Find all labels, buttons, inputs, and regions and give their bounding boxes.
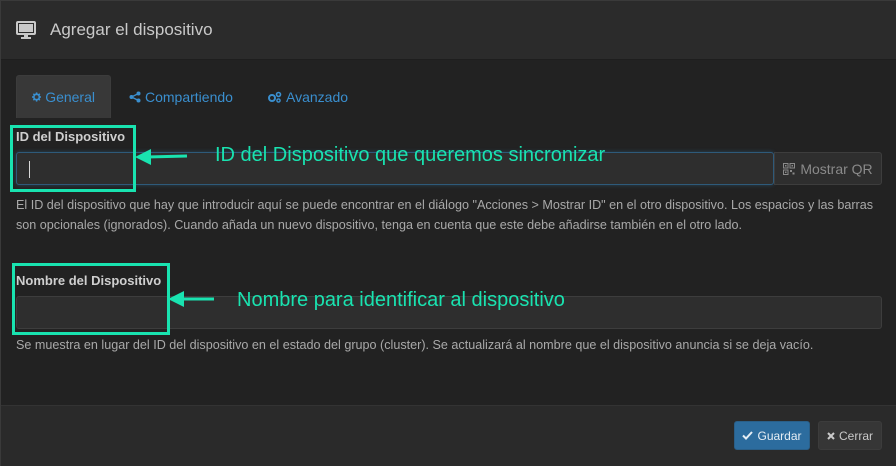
tab-advanced-label: Avanzado — [286, 88, 349, 105]
annotation-arrow-device-id — [135, 149, 188, 165]
annotation-arrow-device-name — [168, 291, 214, 307]
gear-icon — [32, 92, 42, 102]
tab-sharing-label: Compartiendo — [145, 88, 233, 105]
tab-sharing[interactable]: Compartiendo — [114, 75, 248, 118]
annotation-box-device-id — [10, 125, 136, 192]
show-qr-label: Mostrar QR — [800, 160, 873, 177]
save-label: Guardar — [757, 428, 802, 443]
close-label: Cerrar — [838, 428, 873, 443]
dialog-title: Agregar el dispositivo — [50, 20, 213, 39]
tab-general[interactable]: General — [16, 75, 111, 118]
dialog-header: Agregar el dispositivo — [1, 1, 896, 60]
share-icon — [129, 91, 141, 102]
annotation-box-device-name — [12, 263, 170, 335]
check-icon — [742, 431, 754, 440]
gears-icon — [268, 91, 282, 103]
add-device-dialog: Agregar el dispositivo General Compartie… — [0, 0, 896, 466]
dialog-footer: Guardar Cerrar — [1, 405, 896, 466]
device-id-help: El ID del dispositivo que hay que introd… — [16, 198, 874, 232]
tab-advanced[interactable]: Avanzado — [252, 75, 363, 118]
annotation-text-device-id: ID del Dispositivo que queremos sincroni… — [215, 144, 606, 166]
close-button[interactable]: Cerrar — [818, 421, 882, 450]
show-qr-button[interactable]: Mostrar QR — [774, 152, 882, 185]
device-name-help: Se muestra en lugar del ID del dispositi… — [16, 338, 814, 352]
qr-code-icon — [783, 162, 796, 175]
save-button[interactable]: Guardar — [734, 421, 810, 450]
monitor-icon — [16, 21, 36, 39]
annotation-text-device-name: Nombre para identificar al dispositivo — [237, 289, 565, 311]
close-icon — [827, 431, 835, 440]
tab-general-label: General — [45, 89, 95, 105]
